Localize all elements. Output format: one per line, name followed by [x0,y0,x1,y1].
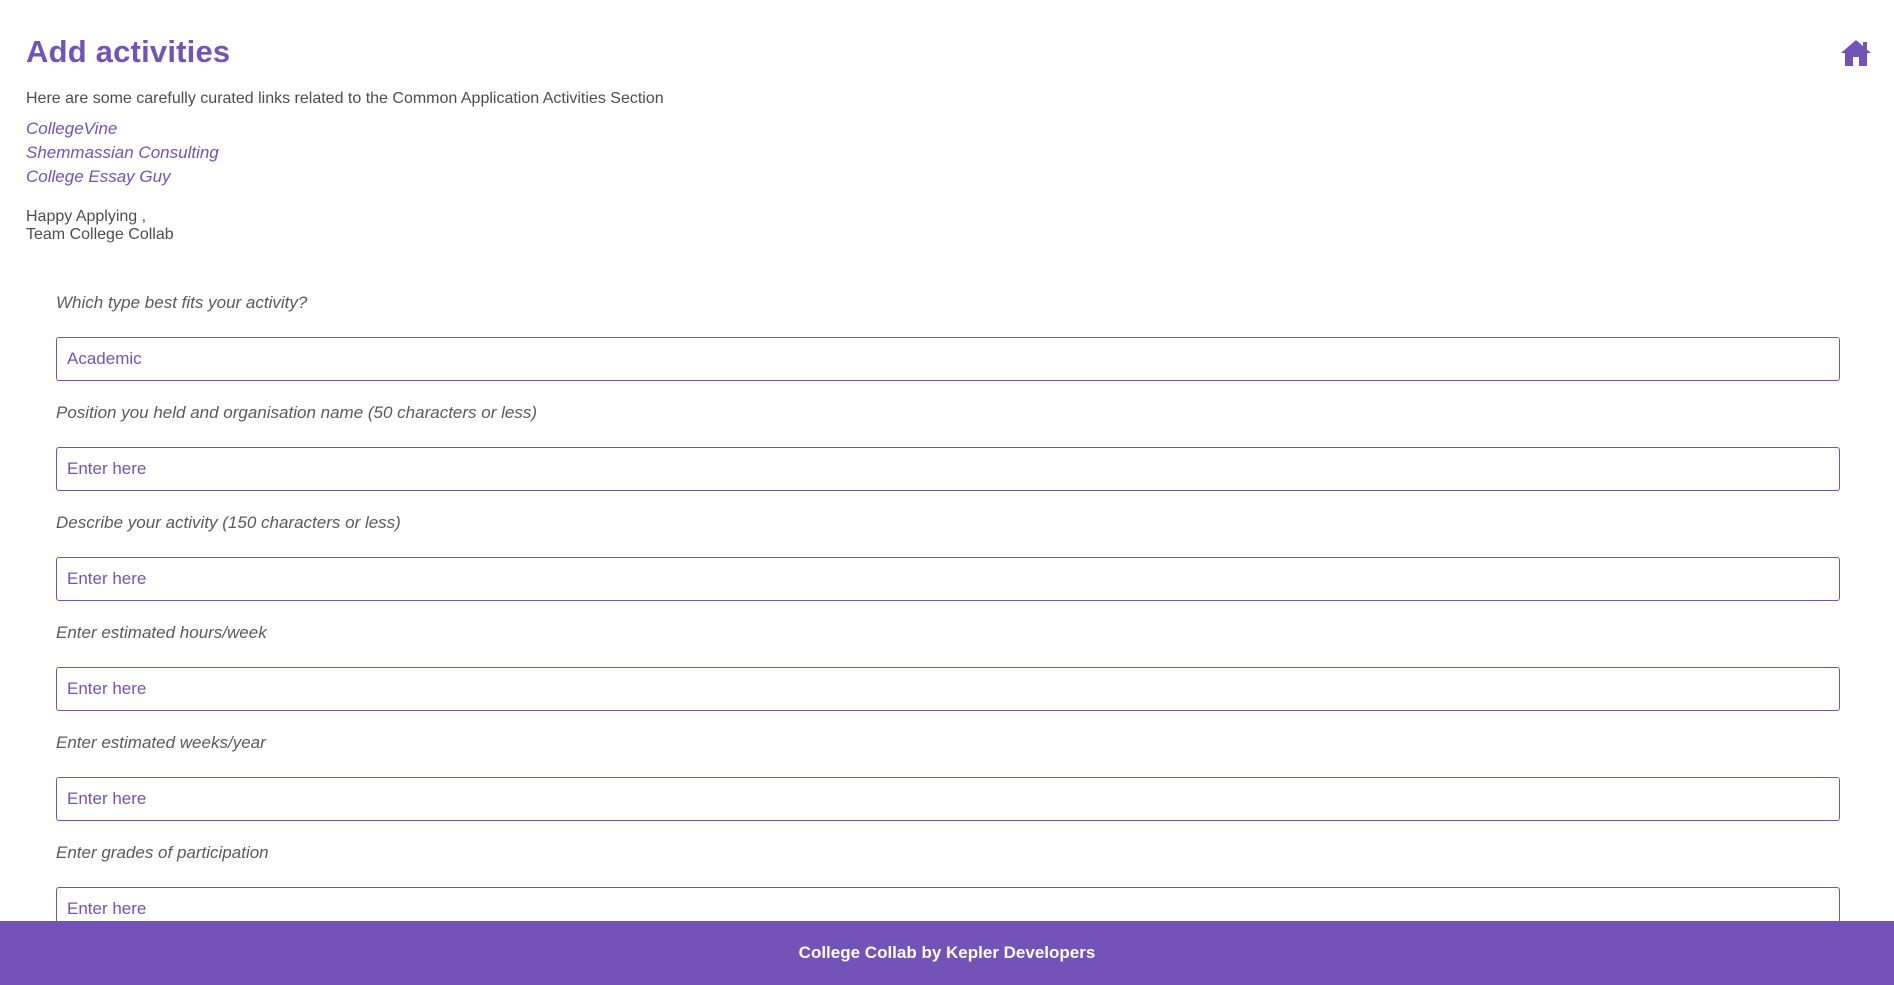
hours-per-week-input[interactable] [56,667,1840,711]
position-label: Position you held and organisation name … [56,403,537,422]
grades-label: Enter grades of participation [56,843,269,862]
intro-text: Here are some carefully curated links re… [26,90,664,107]
signoff-line-1: Happy Applying , [26,208,147,225]
signoff: Happy Applying , Team College Collab [26,208,174,244]
home-icon[interactable] [1840,38,1872,68]
hours-per-week-label: Enter estimated hours/week [56,623,267,642]
weeks-per-year-label: Enter estimated weeks/year [56,733,266,752]
description-input[interactable] [56,557,1840,601]
footer: College Collab by Kepler Developers [0,921,1894,985]
position-input[interactable] [56,447,1840,491]
description-label: Describe your activity (150 characters o… [56,513,401,532]
signoff-line-2: Team College Collab [26,226,174,243]
page-title: Add activities [26,34,231,69]
weeks-per-year-input[interactable] [56,777,1840,821]
link-college-essay-guy[interactable]: College Essay Guy [26,165,219,189]
link-collegevine[interactable]: CollegeVine [26,117,219,141]
activity-type-input[interactable] [56,337,1840,381]
activity-type-label: Which type best fits your activity? [56,293,308,312]
resource-links: CollegeVine Shemmassian Consulting Colle… [26,117,219,189]
page: Add activities Here are some carefully c… [0,0,1894,985]
footer-text: College Collab by Kepler Developers [798,943,1096,962]
link-shemmassian-consulting[interactable]: Shemmassian Consulting [26,141,219,165]
